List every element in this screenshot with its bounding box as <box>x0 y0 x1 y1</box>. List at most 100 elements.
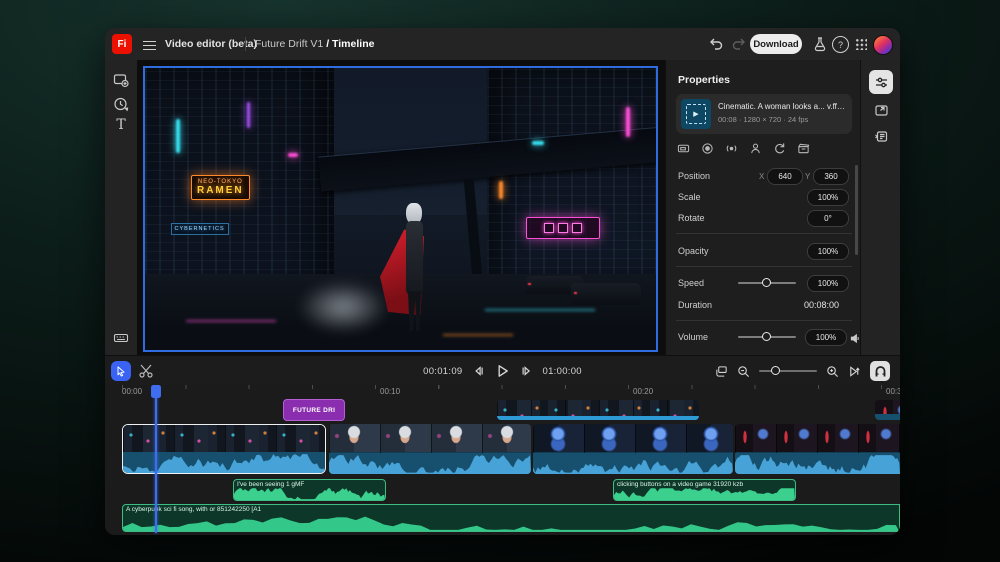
properties-title: Properties <box>678 74 730 86</box>
sfx-clip-1[interactable]: I've been seeing 1 gMF <box>233 479 386 501</box>
panel-scrollbar[interactable] <box>855 165 858 255</box>
export-frame-button[interactable] <box>869 98 893 122</box>
overlay-video-clip[interactable] <box>497 400 699 420</box>
right-toolbar <box>860 60 900 355</box>
app-window: Fi Video editor (beta) Future Drift V1 /… <box>105 28 900 535</box>
selected-clip-card[interactable]: ▶ Cinematic. A woman looks a... v.ffgenv… <box>676 94 852 134</box>
ramen-neon-sign: NEO-TOKYO RAMEN <box>191 175 250 200</box>
neon-sign <box>499 181 503 199</box>
next-frame-icon[interactable] <box>520 364 534 378</box>
properties-panel: Properties ▶ Cinematic. A woman looks a.… <box>665 60 861 355</box>
video-clip-woman[interactable] <box>329 424 531 474</box>
rotate-value: 0° <box>824 214 832 223</box>
breadcrumb-current: / Timeline <box>326 38 374 50</box>
queue-panel-button[interactable] <box>869 124 893 148</box>
timeline-zoom-controls <box>715 356 890 386</box>
speed-input[interactable]: 100% <box>807 275 849 292</box>
x-axis-label: X <box>759 172 764 181</box>
mask-icon[interactable] <box>701 142 714 155</box>
properties-panel-button[interactable] <box>869 70 893 94</box>
avatar[interactable] <box>873 35 893 55</box>
position-y-input[interactable]: 360 <box>813 168 849 185</box>
pink-neon-sign <box>526 217 600 239</box>
left-toolbar: T <box>105 60 138 355</box>
hamburger-menu-icon[interactable] <box>143 38 156 49</box>
character-icon[interactable] <box>749 142 762 155</box>
history-clock-icon[interactable] <box>113 96 129 112</box>
duration-label: Duration <box>678 300 712 310</box>
playhead-handle[interactable] <box>151 385 161 398</box>
position-y-value: 360 <box>824 172 837 181</box>
snap-playhead-icon[interactable] <box>848 365 861 378</box>
previous-frame-icon[interactable] <box>472 364 486 378</box>
apps-grid-icon[interactable] <box>855 38 867 50</box>
timeline-ruler[interactable]: 00:00 00:10 00:20 00:30 <box>105 385 900 398</box>
volume-slider[interactable] <box>738 336 796 338</box>
text-tool-icon[interactable]: T <box>113 118 129 134</box>
play-button[interactable] <box>495 363 511 379</box>
volume-input[interactable]: 100% <box>805 329 847 346</box>
stack-clips-icon[interactable] <box>715 365 728 378</box>
redo-icon <box>731 36 747 52</box>
rotate-input[interactable]: 0° <box>807 210 849 227</box>
parked-car <box>571 283 641 305</box>
scale-input[interactable]: 100% <box>807 189 849 206</box>
overlay-video-clip[interactable] <box>875 400 900 420</box>
title-text-clip[interactable]: FUTURE DRI <box>283 399 345 421</box>
opacity-value: 100% <box>818 247 838 256</box>
help-icon[interactable]: ? <box>832 36 849 53</box>
woman-with-red-cape <box>380 203 440 335</box>
playhead-line[interactable] <box>155 385 157 533</box>
total-duration: 01:00:00 <box>543 366 582 377</box>
street-reflection <box>186 320 276 322</box>
snapping-magnet-button[interactable] <box>870 361 890 381</box>
text-clip-label: FUTURE DRI <box>293 407 335 414</box>
neon-sign <box>626 107 630 137</box>
divider <box>676 266 852 267</box>
refresh-icon[interactable] <box>773 142 786 155</box>
select-tool-button[interactable] <box>111 361 131 381</box>
neon-sign <box>288 153 298 157</box>
opacity-label: Opacity <box>678 246 709 256</box>
split-tool-icon[interactable] <box>138 363 154 379</box>
timeline-zoom-slider[interactable] <box>759 370 817 372</box>
street-reflection <box>485 309 595 311</box>
opacity-input[interactable]: 100% <box>807 243 849 260</box>
crop-icon[interactable] <box>677 142 690 155</box>
video-clip-city-selected[interactable] <box>122 424 326 474</box>
timeline-toolbar: 00:01:09 01:00:00 <box>105 355 900 387</box>
video-preview[interactable]: NEO-TOKYO RAMEN CYBERNETICS <box>143 66 658 352</box>
beta-flask-icon[interactable] <box>812 36 828 52</box>
ruler-tick-label: 00:00 <box>122 387 142 396</box>
video-clip-robot[interactable] <box>533 424 733 474</box>
zoom-in-icon[interactable] <box>826 365 839 378</box>
street-reflection <box>443 334 513 336</box>
download-button[interactable]: Download <box>750 34 802 54</box>
firefly-logo[interactable]: Fi <box>112 34 132 54</box>
speed-slider[interactable] <box>738 282 796 284</box>
y-axis-label: Y <box>805 172 810 181</box>
playback-controls: 00:01:09 01:00:00 <box>423 356 582 386</box>
video-clip-soldiers[interactable] <box>735 424 900 474</box>
scale-label: Scale <box>678 192 701 202</box>
keyboard-shortcuts-icon[interactable] <box>113 330 129 346</box>
duration-value: 00:08:00 <box>804 300 839 310</box>
music-clip-label: A cyberpunk sci fi song, with or 8512422… <box>126 506 261 513</box>
sign-text: RAMEN <box>197 185 244 196</box>
music-clip[interactable]: A cyberpunk sci fi song, with or 8512422… <box>122 504 900 532</box>
breadcrumb-project[interactable]: Future Drift V1 <box>255 38 323 50</box>
position-x-input[interactable]: 640 <box>767 168 803 185</box>
clapperboard-icon[interactable] <box>797 142 810 155</box>
add-media-icon[interactable] <box>113 72 129 88</box>
steam <box>298 281 388 333</box>
undo-icon[interactable] <box>708 36 724 52</box>
speed-value: 100% <box>818 279 838 288</box>
neon-sign <box>247 102 250 128</box>
top-bar: Fi Video editor (beta) Future Drift V1 /… <box>105 28 900 61</box>
breadcrumb[interactable]: Future Drift V1 / Timeline <box>255 38 374 50</box>
zoom-out-icon[interactable] <box>737 365 750 378</box>
effects-icon[interactable] <box>725 142 738 155</box>
body <box>406 221 423 295</box>
sfx-clip-2[interactable]: clicking buttons on a video game 31920 k… <box>613 479 796 501</box>
timeline[interactable]: 00:00 00:10 00:20 00:30 FUTURE DRI <box>105 385 900 535</box>
